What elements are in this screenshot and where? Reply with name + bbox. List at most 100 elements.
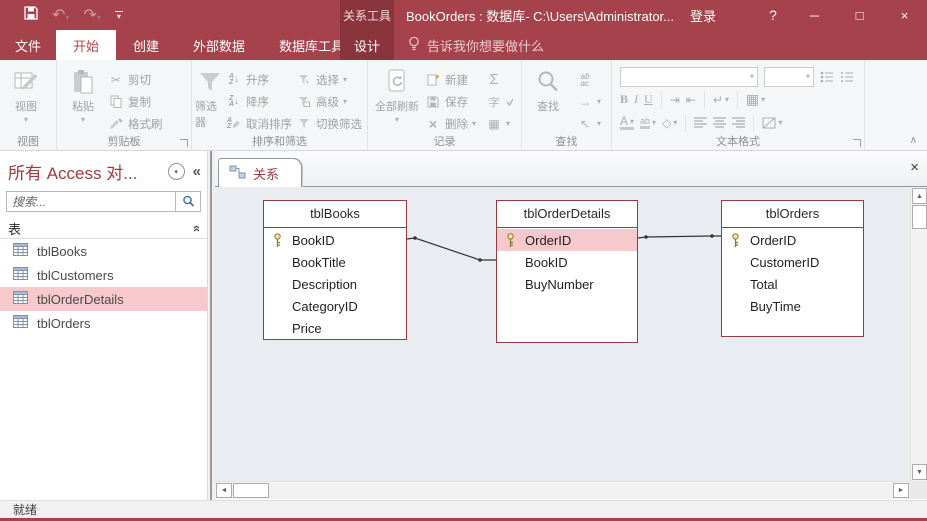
vertical-scroll-thumb[interactable] — [912, 205, 927, 229]
field-row[interactable]: Price — [264, 317, 406, 339]
field-row[interactable]: OrderID — [722, 229, 863, 251]
font-size-combobox[interactable]: ▾ — [764, 67, 814, 87]
nav-group-tables[interactable]: 表 » — [0, 218, 207, 239]
save-icon[interactable] — [24, 6, 38, 25]
field-row[interactable]: BuyTime — [722, 295, 863, 317]
align-right-icon[interactable] — [732, 117, 745, 128]
select-button[interactable]: ↖ ▾ — [575, 113, 603, 134]
scroll-right-icon[interactable]: ► — [893, 483, 909, 498]
table-box-tblBooks[interactable]: tblBooks BookID BookTitle Description Ca… — [263, 200, 407, 340]
ribbon-group-views: 视图 ▾ 视图 — [0, 60, 57, 150]
field-row[interactable]: Total — [722, 273, 863, 295]
save-record-button[interactable]: 保存 — [423, 91, 478, 112]
paste-button[interactable]: 粘贴 ▾ — [60, 65, 106, 124]
goto-button[interactable]: → ▾ — [575, 91, 603, 112]
horizontal-scrollbar[interactable]: ◄ ► — [215, 481, 910, 499]
field-row[interactable]: CategoryID — [264, 295, 406, 317]
remove-sort-button[interactable]: AZ 取消排序 — [224, 113, 294, 134]
increase-indent-icon[interactable]: ⇥ — [670, 93, 680, 107]
font-color-button[interactable]: A▾ — [620, 116, 634, 130]
totals-button[interactable]: Σ — [484, 69, 516, 90]
table-box-tblOrders[interactable]: tblOrders OrderID CustomerID Total BuyTi… — [721, 200, 864, 337]
numbering-icon[interactable] — [840, 71, 854, 83]
tell-me-box[interactable]: 告诉我你想要做什么 — [408, 30, 544, 60]
align-left-icon[interactable] — [694, 117, 707, 128]
scroll-down-icon[interactable]: ▼ — [912, 464, 927, 480]
close-button[interactable]: × — [882, 0, 927, 30]
clipboard-dialog-launcher-icon[interactable] — [180, 139, 188, 147]
close-document-icon[interactable]: × — [910, 160, 919, 175]
field-row[interactable]: BuyNumber — [497, 273, 637, 295]
table-box-tblOrderDetails[interactable]: tblOrderDetails OrderID BookID BuyNumber — [496, 200, 638, 343]
horizontal-scroll-thumb[interactable] — [233, 483, 269, 498]
new-record-button[interactable]: 新建 — [423, 69, 478, 90]
undo-icon[interactable]: ↶▾ — [52, 5, 69, 25]
field-row[interactable]: Description — [264, 273, 406, 295]
tab-external-data[interactable]: 外部数据 — [176, 30, 262, 60]
view-button[interactable]: 视图 ▾ — [3, 65, 49, 124]
tab-file[interactable]: 文件 — [0, 30, 56, 60]
collapse-group-icon[interactable]: » — [188, 224, 203, 231]
sort-ascending-button[interactable]: AZ↓ 升序 — [224, 69, 294, 90]
selection-button[interactable]: 选择 ▾ — [294, 69, 364, 90]
nav-item-tblBooks[interactable]: tblBooks — [0, 239, 207, 263]
gridlines-icon[interactable]: ▦▾ — [746, 91, 765, 108]
more-records-button[interactable]: ▦ ▾ — [484, 113, 516, 134]
fill-color-button[interactable]: ◇▾ — [662, 116, 677, 130]
find-button[interactable]: 查找 — [525, 65, 571, 114]
bold-button[interactable]: B — [620, 92, 628, 107]
text-format-dialog-launcher-icon[interactable] — [853, 139, 861, 147]
underline-button[interactable]: U — [644, 92, 653, 107]
field-row[interactable]: CustomerID — [722, 251, 863, 273]
sign-in-button[interactable]: 登录 — [690, 0, 716, 30]
customize-quick-access-icon[interactable]: ▾ — [115, 11, 123, 19]
italic-button[interactable]: I — [634, 92, 638, 107]
nav-search-box[interactable]: 搜索... — [6, 191, 201, 212]
field-row[interactable]: BookTitle — [264, 251, 406, 273]
collapse-ribbon-icon[interactable]: ∧ — [910, 135, 917, 146]
maximize-button[interactable]: □ — [837, 0, 882, 30]
text-direction-icon[interactable]: ↵▾ — [713, 93, 729, 107]
filter-button[interactable]: 筛选器 — [195, 65, 224, 130]
shutter-close-icon[interactable]: « — [193, 164, 201, 179]
tab-create[interactable]: 创建 — [116, 30, 176, 60]
table-box-title[interactable]: tblOrderDetails — [497, 201, 637, 228]
field-row[interactable]: BookID — [264, 229, 406, 251]
align-center-icon[interactable] — [713, 117, 726, 128]
nav-item-tblOrders[interactable]: tblOrders — [0, 311, 207, 335]
redo-icon[interactable]: ↷▾ — [83, 5, 100, 25]
scroll-left-icon[interactable]: ◄ — [216, 483, 232, 498]
scroll-up-icon[interactable]: ▲ — [912, 188, 927, 204]
nav-item-tblOrderDetails[interactable]: tblOrderDetails — [0, 287, 207, 311]
help-button[interactable]: ? — [758, 0, 788, 30]
tab-relationships[interactable]: 关系 — [218, 158, 302, 188]
field-row-selected[interactable]: OrderID — [497, 229, 637, 251]
minimize-button[interactable]: ─ — [792, 0, 837, 30]
format-painter-button[interactable]: 格式刷 — [106, 113, 165, 134]
vertical-scrollbar[interactable]: ▲ ▼ — [910, 187, 927, 481]
nav-pane-menu-icon[interactable]: ▾ — [168, 163, 185, 180]
tab-design[interactable]: 设计 — [340, 30, 394, 60]
bullets-icon[interactable] — [820, 71, 834, 83]
refresh-all-button[interactable]: 全部刷新 ▾ — [371, 65, 423, 124]
tab-home[interactable]: 开始 — [56, 30, 116, 60]
advanced-filter-button[interactable]: 高级 ▾ — [294, 91, 364, 112]
delete-record-button[interactable]: × 删除 ▾ — [423, 113, 478, 134]
nav-pane-splitter[interactable] — [207, 151, 215, 500]
copy-button[interactable]: 复制 — [106, 91, 165, 112]
spelling-button[interactable]: 字 — [484, 91, 516, 112]
font-name-combobox[interactable]: ▾ — [620, 67, 758, 87]
nav-item-tblCustomers[interactable]: tblCustomers — [0, 263, 207, 287]
toggle-filter-button[interactable]: 切换筛选 — [294, 113, 364, 134]
gridline-style-icon[interactable]: ▾ — [762, 117, 782, 129]
table-box-title[interactable]: tblOrders — [722, 201, 863, 228]
sort-descending-button[interactable]: ZA↓ 降序 — [224, 91, 294, 112]
search-icon[interactable] — [175, 192, 200, 211]
decrease-indent-icon[interactable]: ⇤ — [686, 93, 696, 107]
highlight-color-button[interactable]: ab▾ — [640, 116, 656, 129]
field-row[interactable]: BookID — [497, 251, 637, 273]
format-painter-icon — [108, 118, 124, 130]
table-box-title[interactable]: tblBooks — [264, 201, 406, 228]
replace-button[interactable]: abac — [575, 69, 603, 90]
cut-button[interactable]: ✂ 剪切 — [106, 69, 165, 90]
